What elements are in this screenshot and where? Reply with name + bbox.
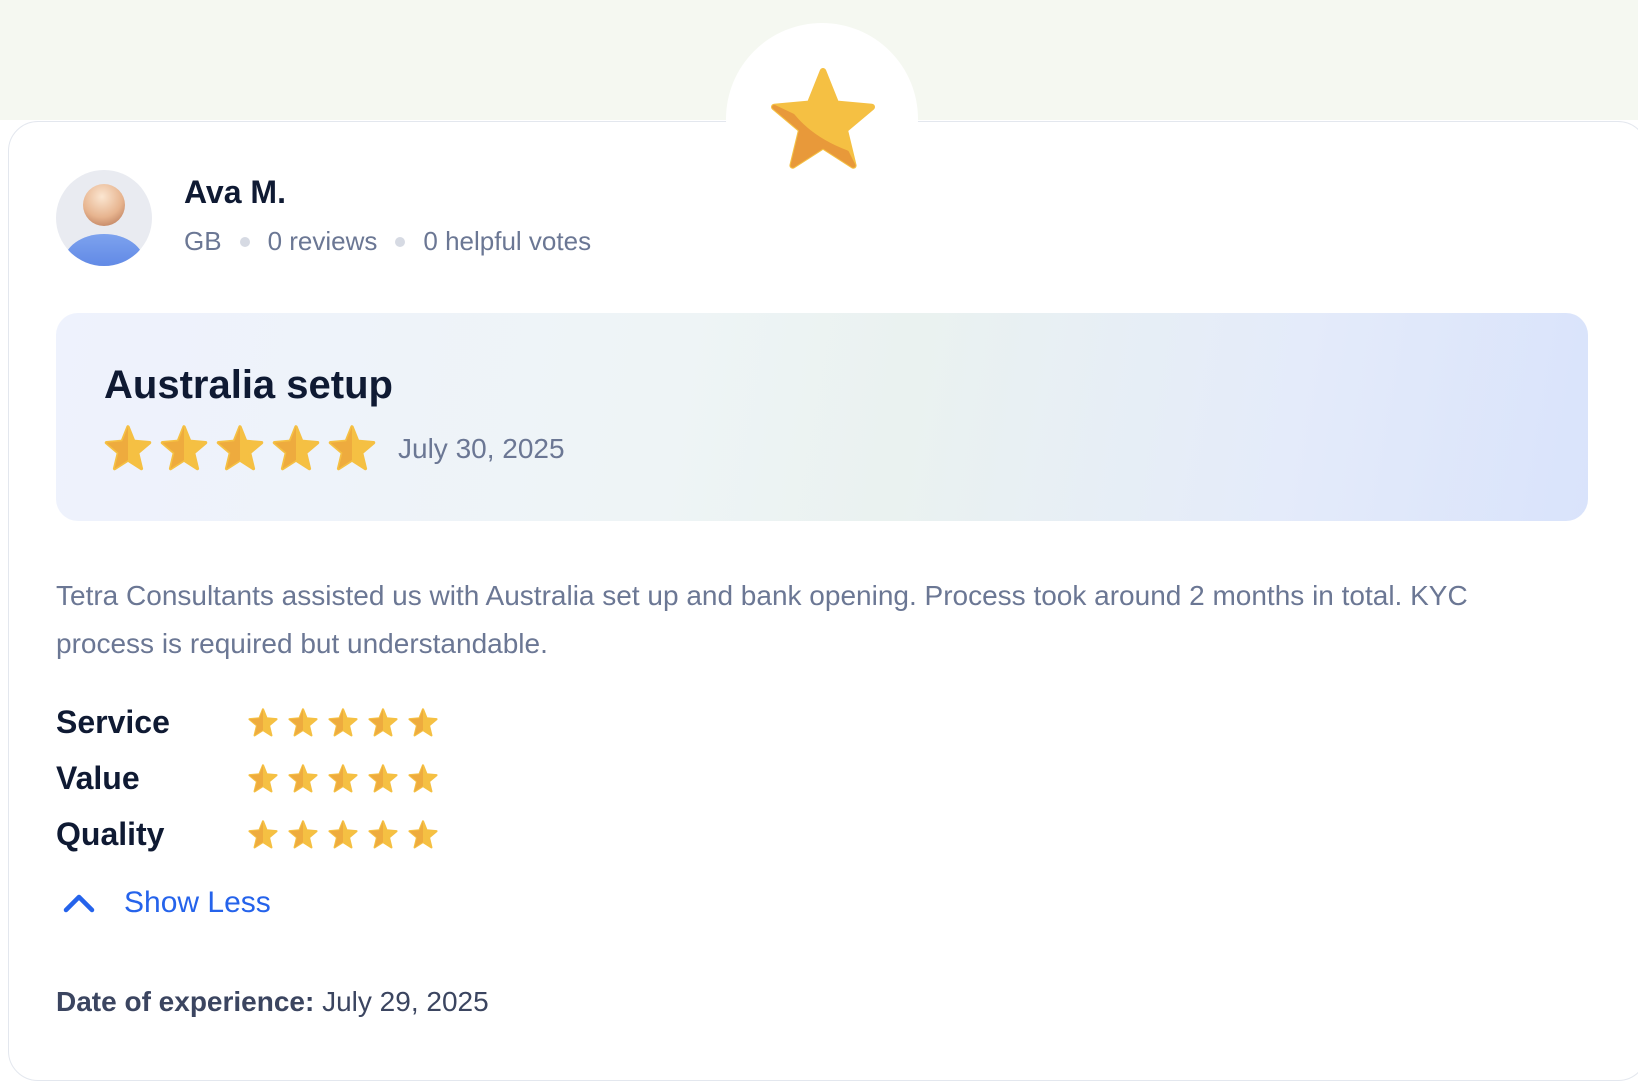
separator-dot bbox=[395, 236, 406, 247]
star-icon bbox=[104, 425, 152, 471]
star-icon bbox=[328, 764, 358, 793]
show-less-label: Show Less bbox=[124, 886, 271, 919]
star-icon bbox=[408, 764, 438, 793]
reviewer-meta: GB 0 reviews 0 helpful votes bbox=[184, 226, 591, 257]
star-icon bbox=[160, 425, 208, 471]
reviewer-review-count: 0 reviews bbox=[267, 226, 378, 256]
review-star-rating bbox=[104, 425, 376, 471]
review-body: Tetra Consultants assisted us with Austr… bbox=[56, 580, 1468, 659]
rating-stars bbox=[248, 764, 438, 793]
star-icon bbox=[288, 708, 318, 737]
star-icon bbox=[248, 708, 278, 737]
star-icon bbox=[408, 820, 438, 849]
rating-label: Value bbox=[56, 760, 140, 796]
star-icon bbox=[272, 425, 320, 471]
star-icon bbox=[248, 820, 278, 849]
rating-row-value: Value bbox=[56, 760, 438, 797]
person-icon bbox=[64, 184, 144, 266]
show-less-button[interactable]: Show Less bbox=[62, 886, 271, 920]
star-icon bbox=[328, 820, 358, 849]
reviewer-country: GB bbox=[184, 226, 222, 256]
rating-stars bbox=[248, 820, 438, 849]
star-icon bbox=[328, 708, 358, 737]
star-icon bbox=[328, 425, 376, 471]
date-of-experience: Date of experience: July 29, 2025 bbox=[56, 986, 489, 1018]
review-date: July 30, 2025 bbox=[398, 433, 565, 464]
star-icon bbox=[248, 764, 278, 793]
rating-row-service: Service bbox=[56, 704, 438, 741]
reviewer-name[interactable]: Ava M. bbox=[184, 174, 286, 211]
experience-label: Date of experience: bbox=[56, 986, 315, 1017]
star-icon bbox=[288, 764, 318, 793]
avatar bbox=[56, 170, 152, 266]
star-icon bbox=[368, 708, 398, 737]
review-headline-panel: Australia setup July 30, 2025 bbox=[56, 313, 1588, 521]
review-title: Australia setup bbox=[104, 363, 393, 407]
star-icon bbox=[408, 708, 438, 737]
chevron-up-icon bbox=[62, 891, 96, 915]
rating-row-quality: Quality bbox=[56, 816, 438, 853]
rating-label: Service bbox=[56, 704, 170, 740]
rating-stars bbox=[248, 708, 438, 737]
featured-star-icon bbox=[768, 68, 878, 172]
reviewer-helpful-votes: 0 helpful votes bbox=[423, 226, 592, 256]
star-icon bbox=[368, 764, 398, 793]
star-icon bbox=[368, 820, 398, 849]
star-icon bbox=[288, 820, 318, 849]
separator-dot bbox=[239, 236, 250, 247]
rating-label: Quality bbox=[56, 816, 165, 852]
experience-date: July 29, 2025 bbox=[322, 986, 489, 1017]
star-icon bbox=[216, 425, 264, 471]
